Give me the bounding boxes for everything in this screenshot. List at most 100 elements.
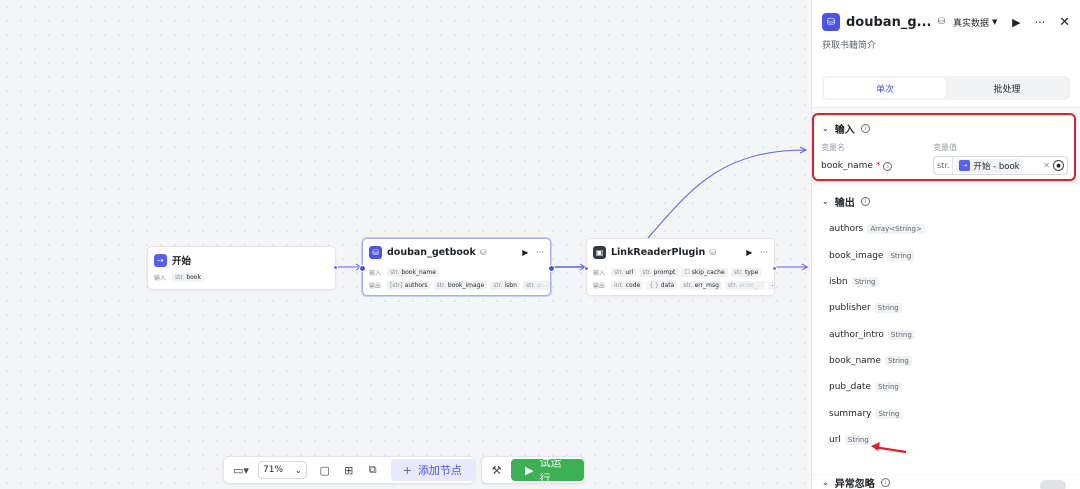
plugin-db-icon: ⛁ [369, 245, 382, 259]
douban-output-label: 输出 [369, 283, 382, 290]
list-item: authors Array<String> [829, 224, 925, 234]
data-mode-select[interactable]: 真实数据 ▼ [953, 16, 997, 29]
run-mode-tabs: 单次 批处理 [822, 76, 1070, 100]
start-output-port[interactable] [333, 265, 338, 270]
linkreader-node-title: LinkReaderPlugin [611, 246, 706, 258]
chevron-down-icon[interactable]: ⌄ [822, 478, 829, 487]
variable-value-field[interactable]: str. ⇢ 开始 - book ✕ ● [933, 156, 1068, 175]
canvas-toolbar: ▭▾ 71% ⌄ ▢ ⊞ ⧉ + 添加节点 [223, 456, 475, 484]
douban-output-port[interactable] [548, 265, 555, 272]
douban-input-label: 输入 [369, 270, 382, 277]
chevron-down-icon[interactable]: ⌄ [822, 124, 829, 133]
linkreader-input-port[interactable] [584, 266, 589, 271]
caret-down-icon: ▼ [992, 18, 998, 26]
linkreader-input-chip: str. prompt [639, 268, 679, 277]
image-icon[interactable]: ⧉ [365, 463, 381, 477]
linkreader-output-chip: int. code [611, 281, 644, 290]
edge-linkreader-up [647, 149, 807, 239]
plugin-tag-icon: ⛁ [937, 17, 945, 27]
annotation-arrow-icon [871, 442, 907, 454]
tab-batch[interactable]: 批处理 [946, 78, 1068, 98]
list-item: publisher String [829, 303, 902, 313]
linkreader-output-chip: { } data [646, 281, 678, 290]
list-item: book_image String [829, 251, 915, 261]
plugin-tag-icon: ⛁ [479, 247, 487, 257]
douban-output-chip: str. book_image [433, 281, 488, 290]
douban-input-port[interactable] [359, 265, 366, 272]
test-run-button[interactable]: ▶ 试运行 [511, 456, 584, 485]
tab-single[interactable]: 单次 [824, 78, 946, 98]
info-icon[interactable]: i [860, 196, 870, 206]
column-header-value: 变量值 [933, 143, 957, 152]
start-node-title: 开始 [172, 256, 192, 267]
douban-output-chip: str. isbn [490, 281, 520, 290]
minimap-toggle-icon[interactable]: ▭▾ [230, 464, 252, 477]
zoom-select[interactable]: 71% ⌄ [258, 461, 307, 479]
linkreader-node[interactable]: ▣ LinkReaderPlugin ⛁ ▶ ··· 输入 str. url st… [584, 238, 777, 296]
linkreader-input-label: 输入 [593, 270, 606, 277]
linkreader-input-chip: ☐ skip_cache [681, 268, 728, 277]
douban-output-chip: [str] authors [387, 281, 431, 290]
list-item: book_name String [829, 356, 912, 366]
list-item: url String [829, 435, 872, 445]
douban-output-chip: str. p... [522, 281, 550, 290]
play-icon: ▶ [525, 463, 534, 477]
value-reference-tag: ⇢ 开始 - book [956, 158, 1023, 173]
start-node[interactable]: ⇢ 开始 输入 str. book [147, 246, 338, 290]
linkreader-output-chip: str. error_... [724, 281, 766, 290]
variable-picker-icon[interactable]: ● [1053, 160, 1064, 171]
list-item: author_intro String [829, 330, 915, 340]
debug-tool-icon[interactable]: ⚒ [488, 464, 505, 477]
zoom-value: 71% [263, 465, 284, 475]
list-item: pub_date String [829, 382, 902, 392]
douban-node-title: douban_getbook [387, 246, 476, 258]
linkreader-input-chip: str. type [730, 268, 762, 277]
input-section: ⌄ 输入 i 变量名 变量值 book_name * i str. ⇢ 开始 - … [812, 113, 1076, 181]
panel-title: douban_g... [846, 14, 932, 30]
douban-getbook-node[interactable]: ⛁ douban_getbook ⛁ ▶ ··· 输入 str. book_nam… [359, 238, 555, 296]
input-section-title: 输入 [834, 124, 855, 136]
linkreader-output-port[interactable] [772, 266, 777, 271]
list-item: summary String [829, 409, 903, 419]
start-param-chip: str. book [172, 273, 204, 282]
linkreader-more-outputs[interactable]: ··· [768, 281, 774, 290]
exception-section-title: 异常忽略 [834, 479, 875, 489]
column-header-name: 变量名 [821, 143, 845, 152]
chevron-down-icon[interactable]: ⌄ [822, 197, 829, 206]
play-icon[interactable]: ▶ [522, 248, 528, 257]
test-run-panel: ⛁ douban_g... ⛁ 真实数据 ▼ ▶ ··· ✕ 获取书籍简介 单次… [812, 0, 1080, 489]
plus-icon: + [402, 463, 412, 477]
grid-layout-icon[interactable]: ⊞ [341, 464, 357, 477]
run-toolbar: ⚒ ▶ 试运行 [481, 456, 585, 485]
play-icon[interactable]: ▶ [1012, 16, 1020, 29]
linkreader-output-chip: str. err_msg [680, 281, 722, 290]
more-icon[interactable]: ··· [1035, 16, 1046, 29]
plugin-tag-icon: ⛁ [709, 247, 716, 257]
start-node-icon: ⇢ [959, 160, 971, 171]
output-section-title: 输出 [834, 197, 855, 209]
linkreader-input-chip: str. url [611, 268, 637, 277]
douban-input-chip: str. book_name [387, 268, 439, 277]
info-icon[interactable]: i [880, 478, 890, 487]
workflow-canvas[interactable]: ⇢ 开始 输入 str. book ⛁ douban_getbook ⛁ ▶ ·… [0, 0, 812, 489]
start-node-icon: ⇢ [154, 253, 167, 267]
exception-toggle[interactable] [1040, 480, 1066, 489]
info-icon[interactable]: i [860, 123, 870, 133]
variable-name: book_name * i [821, 161, 893, 171]
play-icon[interactable]: ▶ [746, 248, 752, 257]
plugin-db-icon: ⛁ [822, 13, 840, 31]
info-icon[interactable]: i [883, 161, 893, 171]
comment-icon[interactable]: ▢ [317, 464, 333, 477]
clear-icon[interactable]: ✕ [1043, 161, 1050, 170]
linkreader-output-label: 输出 [593, 283, 606, 290]
chevron-down-icon: ⌄ [295, 465, 302, 475]
more-icon[interactable]: ··· [536, 248, 544, 257]
add-node-button[interactable]: + 添加节点 [390, 459, 474, 481]
start-input-label: 输入 [154, 275, 167, 282]
panel-description: 获取书籍简介 [822, 41, 877, 51]
more-icon[interactable]: ··· [760, 248, 768, 257]
value-type-select[interactable]: str. [934, 157, 954, 174]
linkreader-icon: ▣ [593, 245, 606, 259]
close-icon[interactable]: ✕ [1059, 15, 1070, 30]
list-item: isbn String [829, 277, 879, 287]
